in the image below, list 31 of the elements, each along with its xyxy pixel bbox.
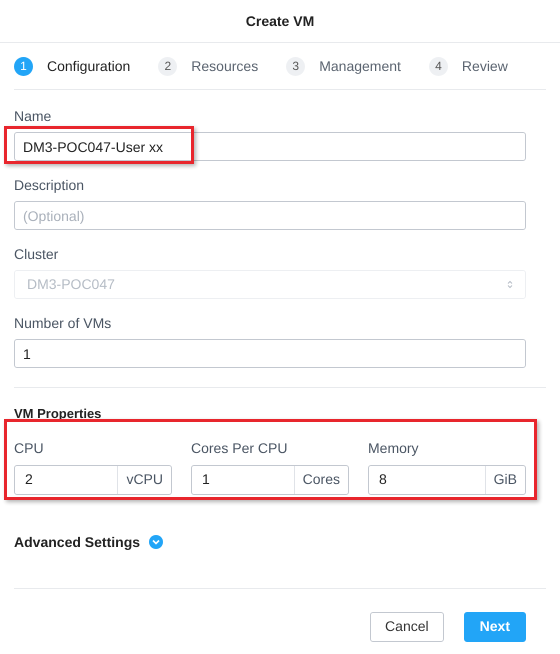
field-label: Description	[14, 176, 86, 195]
wizard-step[interactable]: 4 Review	[428, 56, 508, 76]
field-label: Cores Per CPU	[191, 438, 288, 458]
dialog-title: Create VM	[246, 12, 314, 30]
step-label: Configuration	[47, 56, 130, 76]
section-title: VM Properties	[14, 405, 102, 423]
wizard-step[interactable]: 2 Resources	[158, 56, 258, 76]
unit-input-field[interactable]: 2 vCPU	[14, 464, 172, 494]
field-label: Memory	[368, 438, 420, 458]
unit-input-field[interactable]: 1 Cores	[191, 464, 349, 494]
field-label: Cluster	[14, 245, 60, 264]
step-number: 3	[286, 56, 306, 76]
wizard-step[interactable]: 3 Management	[286, 56, 401, 76]
text-field[interactable]: 1	[14, 339, 526, 368]
unit-input-field[interactable]: 8 GiB	[368, 464, 526, 494]
field-label: Name	[14, 107, 52, 126]
field-label: CPU	[14, 438, 45, 458]
step-number: 4	[428, 56, 448, 76]
text-field[interactable]: DM3-POC047-User xx	[14, 132, 526, 161]
step-number: 1	[14, 56, 33, 76]
step-number: 2	[158, 56, 178, 76]
chevron-down-icon[interactable]	[149, 535, 164, 549]
advanced-settings-toggle[interactable]: Advanced Settings	[14, 532, 140, 552]
wizard-step[interactable]: 1 Configuration	[14, 56, 130, 76]
sort-arrows-icon	[507, 280, 513, 289]
step-label: Review	[462, 56, 508, 76]
text-field[interactable]: (Optional)	[14, 201, 526, 230]
cancel-button[interactable]: Cancel	[370, 612, 444, 642]
step-label: Resources	[191, 56, 258, 76]
step-label: Management	[319, 56, 401, 76]
field-label: Number of VMs	[14, 314, 112, 333]
